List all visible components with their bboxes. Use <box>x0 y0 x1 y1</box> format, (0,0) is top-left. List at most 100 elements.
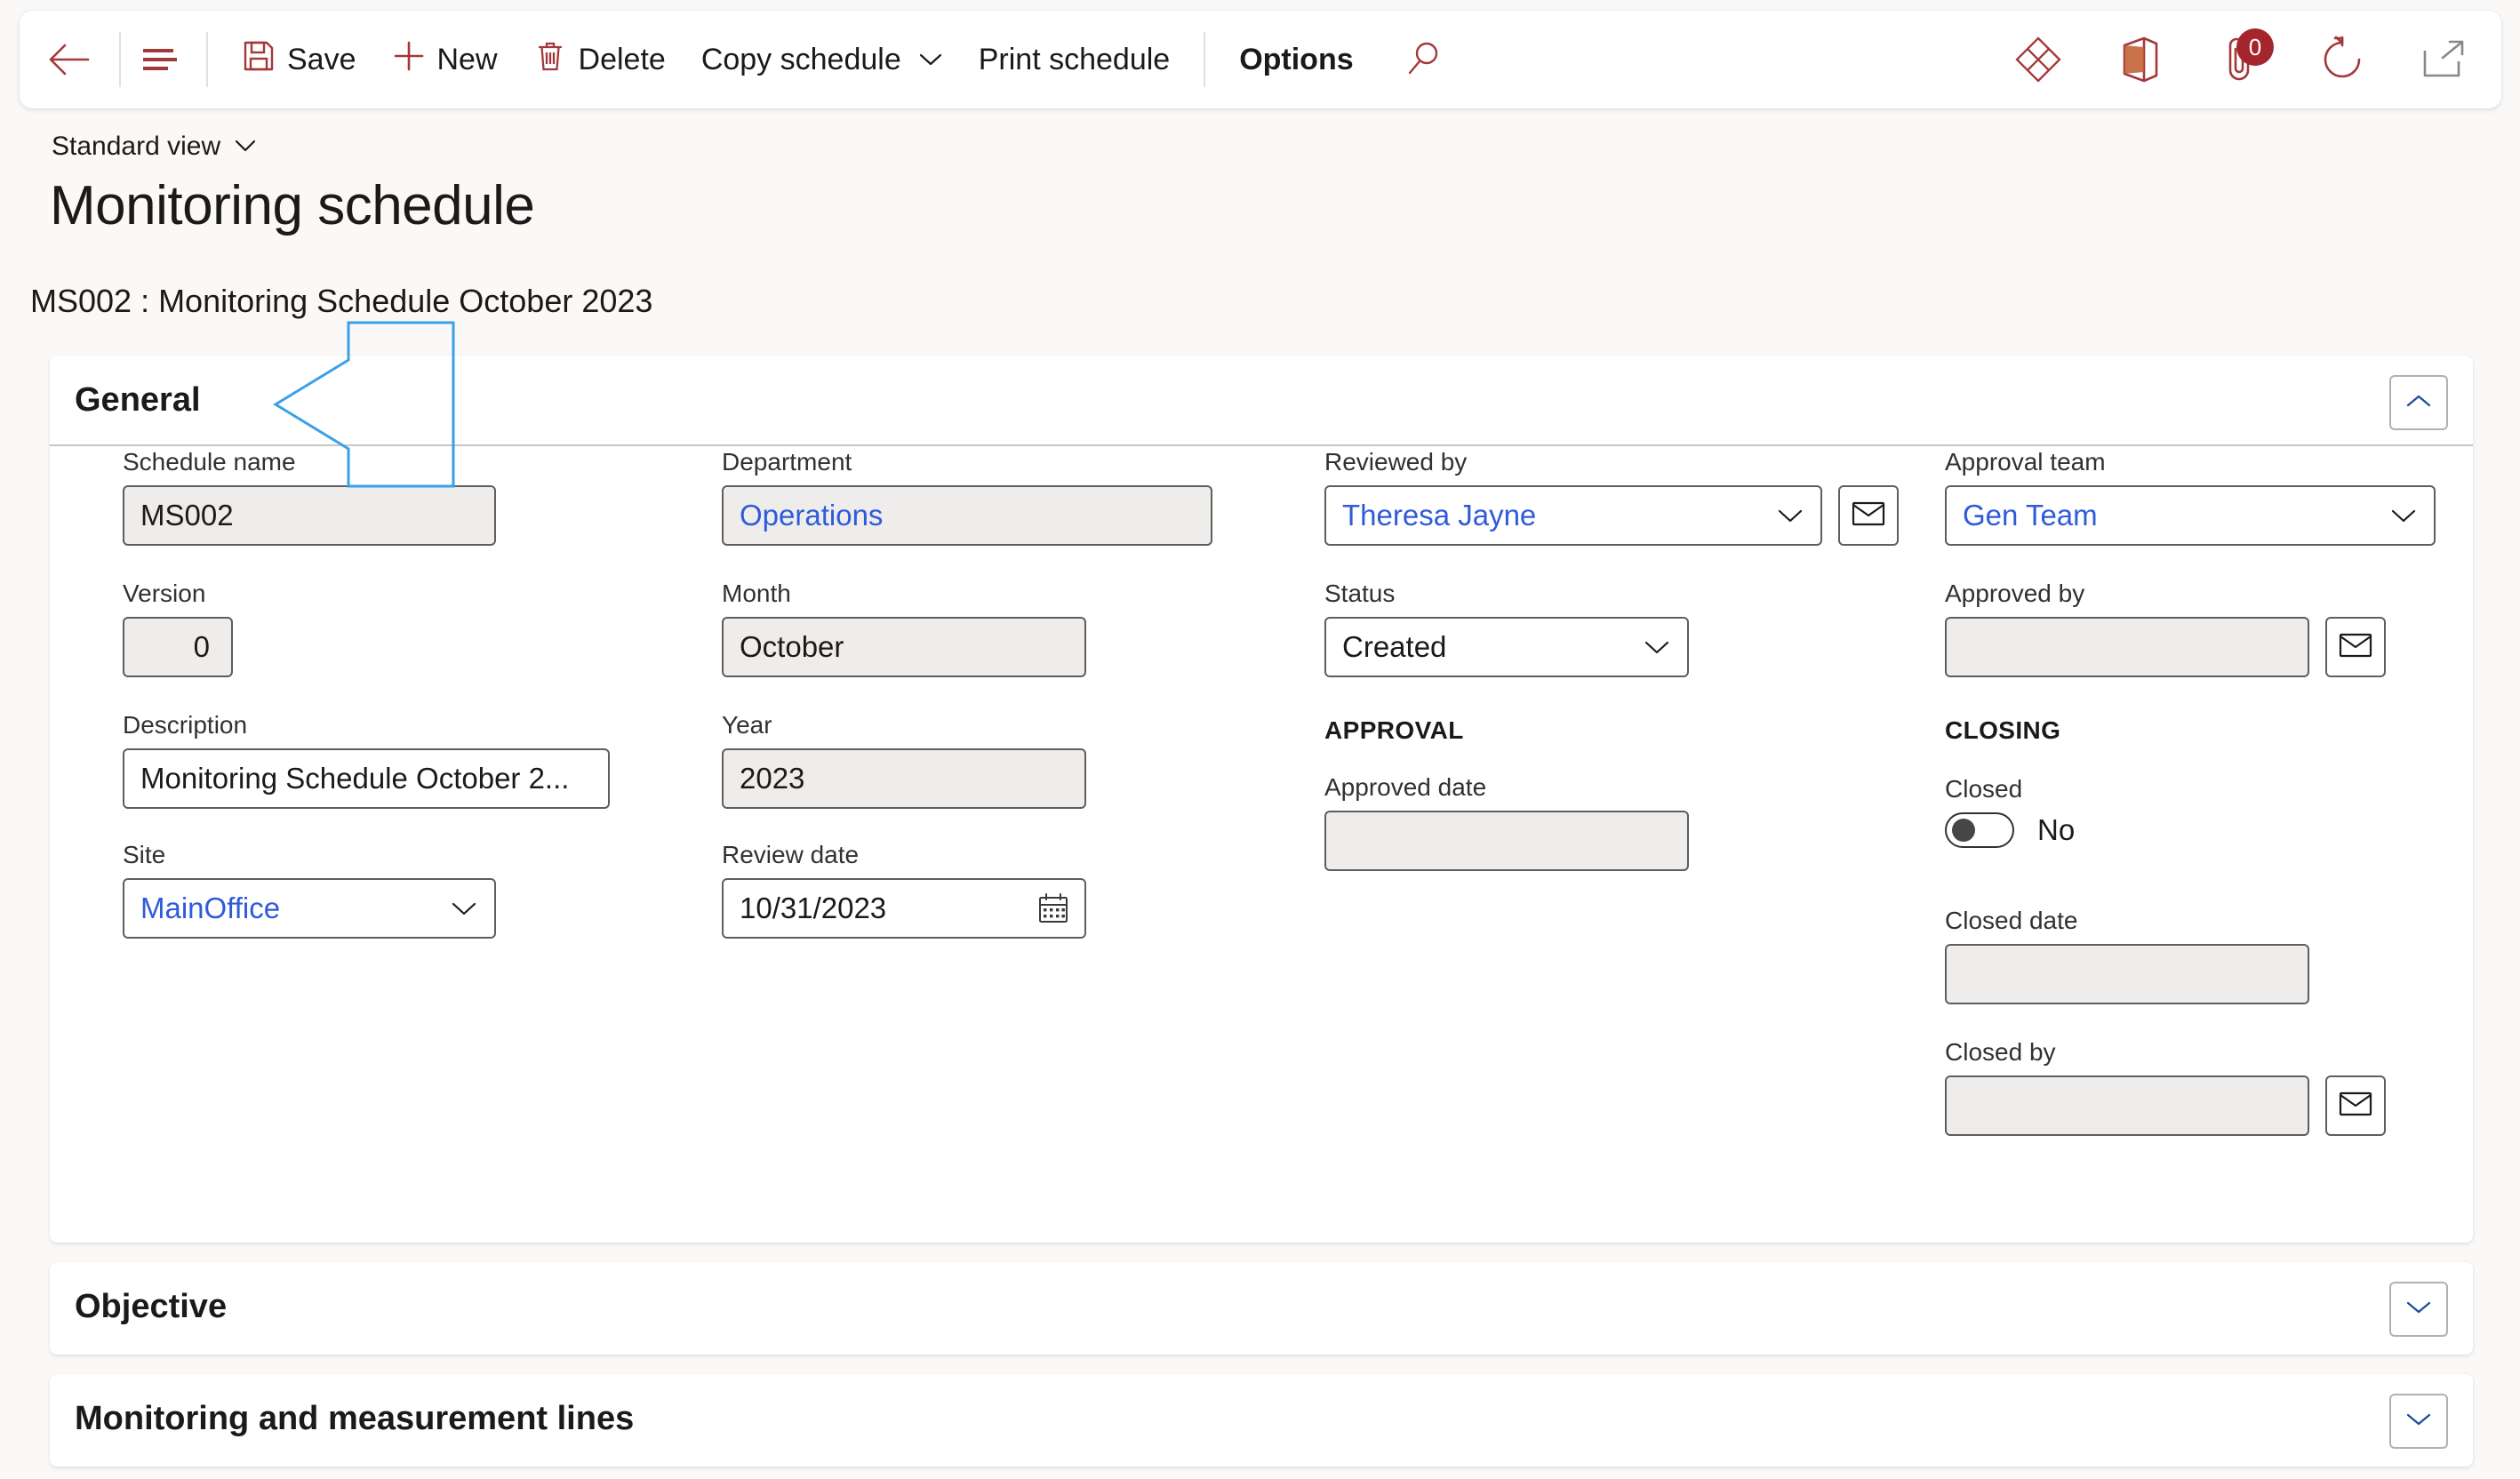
month-label: Month <box>722 580 791 607</box>
search-icon[interactable] <box>1396 33 1450 86</box>
mail-icon <box>2339 632 2372 663</box>
reviewed-by-input[interactable]: Theresa Jayne <box>1324 485 1822 546</box>
chevron-down-icon[interactable] <box>2389 506 2418 525</box>
closed-label: Closed <box>1945 775 2023 803</box>
site-value: MainOffice <box>140 891 281 924</box>
open-in-new-window-icon[interactable] <box>2416 32 2471 87</box>
general-section-title: General <box>75 380 201 419</box>
department-field: Department Operations <box>722 448 1212 546</box>
save-button[interactable]: Save <box>224 28 374 91</box>
general-collapse-button[interactable] <box>2389 375 2448 430</box>
schedule-name-input[interactable]: MS002 <box>123 485 496 546</box>
general-form: Schedule name MS002 Version 0 Descriptio… <box>50 448 2473 1243</box>
page-title: Monitoring schedule <box>50 175 535 236</box>
view-selector[interactable]: Standard view <box>52 132 258 162</box>
save-label: Save <box>287 43 356 76</box>
objective-section-card: Objective <box>50 1262 2473 1355</box>
approved-by-field: Approved by <box>1945 580 2436 677</box>
description-input[interactable]: Monitoring Schedule October 2... <box>123 748 610 809</box>
chevron-down-icon[interactable] <box>1776 506 1804 525</box>
approval-team-label: Approval team <box>1945 448 2106 476</box>
year-input[interactable]: 2023 <box>722 748 1086 809</box>
office-app-icon[interactable] <box>2112 32 2167 87</box>
schedule-name-field: Schedule name MS002 <box>123 448 496 546</box>
review-date-label: Review date <box>722 841 860 868</box>
version-field: Version 0 <box>123 580 233 677</box>
add-icon <box>392 39 426 81</box>
site-input[interactable]: MainOffice <box>123 878 496 939</box>
dynamics-diamond-icon[interactable] <box>2011 32 2066 87</box>
options-button[interactable]: Options <box>1221 28 1371 91</box>
approved-by-mail-button[interactable] <box>2325 617 2386 677</box>
closed-field: Closed No <box>1945 775 2075 848</box>
closed-date-label: Closed date <box>1945 907 2078 934</box>
approval-heading-label: APPROVAL <box>1324 716 1464 744</box>
attachment-icon[interactable]: 0 <box>2213 28 2274 87</box>
review-date-input[interactable]: 10/31/2023 <box>722 878 1086 939</box>
department-label: Department <box>722 448 852 476</box>
delete-button[interactable]: Delete <box>516 28 684 91</box>
closed-toggle[interactable] <box>1945 812 2014 848</box>
approval-team-value: Gen Team <box>1963 499 2098 532</box>
objective-section-header[interactable]: Objective <box>50 1262 2473 1351</box>
chevron-down-icon <box>918 51 943 68</box>
save-icon <box>242 39 276 81</box>
status-field: Status Created <box>1324 580 1689 677</box>
approved-by-input[interactable] <box>1945 617 2309 677</box>
approved-date-label: Approved date <box>1324 773 1487 801</box>
calendar-icon[interactable] <box>1036 891 1070 925</box>
approved-by-label: Approved by <box>1945 580 2085 607</box>
copy-schedule-button[interactable]: Copy schedule <box>684 28 961 91</box>
version-input[interactable]: 0 <box>123 617 233 677</box>
divider <box>206 32 208 87</box>
reviewed-by-value: Theresa Jayne <box>1342 499 1537 532</box>
closed-by-input[interactable] <box>1945 1075 2309 1136</box>
options-label: Options <box>1239 43 1354 76</box>
monitoring-lines-section-title: Monitoring and measurement lines <box>75 1399 635 1437</box>
month-input[interactable]: October <box>722 617 1086 677</box>
approved-date-input[interactable] <box>1324 811 1689 871</box>
version-value: 0 <box>193 630 210 663</box>
description-value: Monitoring Schedule October 2... <box>140 762 570 795</box>
schedule-name-value: MS002 <box>140 499 234 532</box>
refresh-icon[interactable] <box>2315 32 2370 87</box>
print-schedule-label: Print schedule <box>978 43 1171 76</box>
approval-team-input[interactable]: Gen Team <box>1945 485 2436 546</box>
general-section-header[interactable]: General <box>50 356 2473 446</box>
year-label: Year <box>722 711 772 739</box>
back-arrow-icon[interactable] <box>43 34 94 85</box>
reviewed-by-label: Reviewed by <box>1324 448 1468 476</box>
view-selector-label: Standard view <box>52 132 221 161</box>
objective-expand-button[interactable] <box>2389 1282 2448 1337</box>
chevron-down-icon[interactable] <box>450 899 478 918</box>
description-field: Description Monitoring Schedule October … <box>123 711 610 809</box>
new-button[interactable]: New <box>374 28 516 91</box>
closed-date-input[interactable] <box>1945 944 2309 1004</box>
monitoring-lines-expand-button[interactable] <box>2389 1394 2448 1449</box>
record-caption: MS002 : Monitoring Schedule October 2023 <box>30 283 653 319</box>
status-value: Created <box>1342 630 1447 663</box>
review-date-value: 10/31/2023 <box>740 891 887 924</box>
year-field: Year 2023 <box>722 711 1086 809</box>
chevron-down-icon <box>2404 1410 2434 1434</box>
chevron-down-icon[interactable] <box>1643 637 1671 657</box>
objective-section-title: Objective <box>75 1287 228 1325</box>
show-list-icon[interactable] <box>137 36 183 83</box>
reviewed-by-mail-button[interactable] <box>1838 485 1899 546</box>
status-input[interactable]: Created <box>1324 617 1689 677</box>
approved-date-field: Approved date <box>1324 773 1689 871</box>
site-label: Site <box>123 841 166 868</box>
new-label: New <box>436 43 498 76</box>
divider <box>1204 32 1206 87</box>
site-field: Site MainOffice <box>123 841 496 939</box>
divider <box>119 32 121 87</box>
print-schedule-button[interactable]: Print schedule <box>961 28 1188 91</box>
mail-icon <box>2339 1091 2372 1122</box>
month-value: October <box>740 630 844 663</box>
closed-by-mail-button[interactable] <box>2325 1075 2386 1136</box>
attachment-count-badge: 0 <box>2236 28 2274 66</box>
monitoring-lines-section-header[interactable]: Monitoring and measurement lines <box>50 1374 2473 1463</box>
command-bar: Save New Delete Copy schedule Print sche… <box>20 11 2501 108</box>
department-input[interactable]: Operations <box>722 485 1212 546</box>
mail-icon <box>1852 500 1885 532</box>
